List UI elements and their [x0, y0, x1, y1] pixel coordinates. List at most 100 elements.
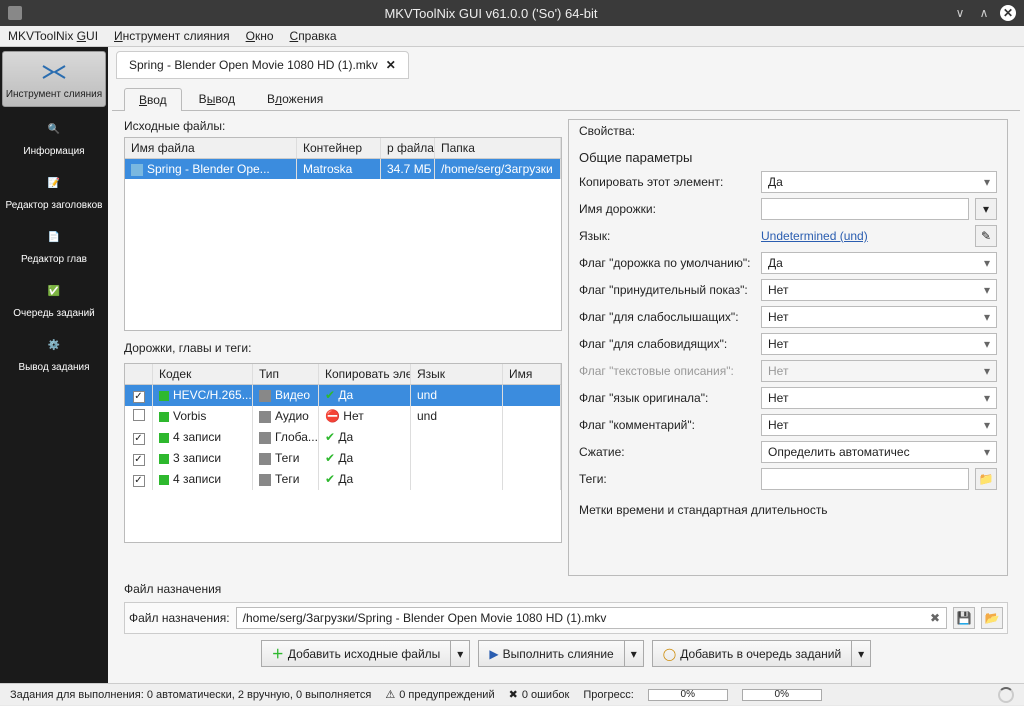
type-icon	[259, 390, 271, 402]
col-copy[interactable]: Копировать элем	[319, 364, 411, 384]
track-row[interactable]: ✓HEVC/H.265...Видео✔ Даund	[125, 385, 561, 406]
type-icon	[259, 474, 271, 486]
track-name-input[interactable]	[761, 198, 969, 220]
app-icon	[8, 6, 22, 20]
status-progress-label: Прогресс:	[583, 689, 633, 701]
check-icon: ✔	[325, 451, 335, 465]
type-icon	[259, 411, 271, 423]
document-tab[interactable]: Spring - Blender Open Movie 1080 HD (1).…	[116, 51, 409, 79]
track-row[interactable]: ✓4 записиТеги✔ Да	[125, 469, 561, 490]
tab-input[interactable]: Ввод	[124, 88, 182, 111]
chapters-icon: 📄	[40, 223, 68, 251]
progress-bar-2: 0%	[742, 689, 822, 701]
hearing-flag-combo[interactable]: Нет	[761, 306, 997, 328]
spinner-icon	[998, 687, 1014, 703]
menu-merge[interactable]: Инструмент слияния	[114, 29, 230, 43]
visual-flag-combo[interactable]: Нет	[761, 333, 997, 355]
window-title: MKVToolNix GUI v61.0.0 ('So') 64-bit	[30, 6, 952, 21]
source-files-table[interactable]: Имя файла Контейнер р файла Папка Spring…	[124, 137, 562, 331]
track-checkbox[interactable]: ✓	[133, 454, 145, 466]
trackname-dropdown-icon[interactable]: ▾	[975, 198, 997, 220]
col-filename[interactable]: Имя файла	[125, 138, 297, 158]
comment-flag-combo[interactable]: Нет	[761, 414, 997, 436]
status-errors: ✖0 ошибок	[509, 688, 570, 701]
add-to-queue-button[interactable]: ◯Добавить в очередь заданий	[652, 640, 852, 667]
edit-language-icon[interactable]: ✎	[975, 225, 997, 247]
col-type[interactable]: Тип	[253, 364, 319, 384]
textdesc-flag-combo: Нет	[761, 360, 997, 382]
col-folder[interactable]: Папка	[435, 138, 561, 158]
color-square	[159, 433, 169, 443]
tab-attachments[interactable]: Вложения	[252, 87, 338, 110]
color-square	[159, 391, 169, 401]
clear-dest-icon[interactable]: ✖	[930, 611, 940, 625]
track-row[interactable]: VorbisАудио⛔ Нетund	[125, 406, 561, 427]
close-icon[interactable]: ✕	[1000, 5, 1016, 21]
start-mux-split[interactable]: ▾	[625, 640, 644, 667]
status-jobs: Задания для выполнения: 0 автоматически,…	[10, 689, 371, 701]
dest-file-input[interactable]: /home/serg/Загрузки/Spring - Blender Ope…	[236, 607, 947, 629]
menu-app[interactable]: MKVToolNix GUI	[8, 29, 98, 43]
sidebar-item-chapters[interactable]: 📄 Редактор глав	[0, 217, 108, 271]
add-source-button[interactable]: ＋Добавить исходные файлы	[261, 640, 452, 667]
col-name[interactable]: Имя	[503, 364, 561, 384]
origlang-flag-combo[interactable]: Нет	[761, 387, 997, 409]
default-flag-combo[interactable]: Да	[761, 252, 997, 274]
track-row[interactable]: ✓4 записиГлоба...✔ Да	[125, 427, 561, 448]
track-checkbox[interactable]: ✓	[133, 391, 145, 403]
col-lang[interactable]: Язык	[411, 364, 503, 384]
track-checkbox[interactable]: ✓	[133, 433, 145, 445]
recent-dest-icon[interactable]: 📂	[981, 607, 1003, 629]
track-checkbox[interactable]	[133, 409, 145, 421]
menubar: MKVToolNix GUI Инструмент слияния Окно С…	[0, 26, 1024, 47]
compression-combo[interactable]: Определить автоматичес	[761, 441, 997, 463]
dest-section-label: Файл назначения	[124, 582, 1008, 596]
titlebar: MKVToolNix GUI v61.0.0 ('So') 64-bit ∨ ∧…	[0, 0, 1024, 26]
add-source-split[interactable]: ▾	[451, 640, 470, 667]
sidebar-item-jobs[interactable]: ✅ Очередь заданий	[0, 271, 108, 325]
sidebar: Инструмент слияния 🔍 Информация 📝 Редакт…	[0, 47, 108, 683]
doc-tab-close-icon[interactable]: ✕	[386, 58, 396, 72]
maximize-icon[interactable]: ∧	[976, 5, 992, 21]
copy-element-combo[interactable]: Да	[761, 171, 997, 193]
check-icon: ✔	[325, 430, 335, 444]
properties-panel: Общие параметры Копировать этот элемент:…	[569, 142, 1007, 575]
col-codec[interactable]: Кодек	[153, 364, 253, 384]
color-square	[159, 475, 169, 485]
col-size[interactable]: р файла	[381, 138, 435, 158]
menu-window[interactable]: Окно	[246, 29, 274, 43]
source-files-label: Исходные файлы:	[124, 119, 562, 133]
jobs-icon: ✅	[40, 277, 68, 305]
play-icon: ▶	[489, 647, 498, 661]
output-icon: ⚙️	[40, 331, 68, 359]
plus-icon: ＋	[272, 645, 284, 662]
sidebar-item-output[interactable]: ⚙️ Вывод задания	[0, 325, 108, 379]
error-icon: ✖	[509, 688, 518, 701]
menu-help[interactable]: Справка	[290, 29, 337, 43]
statusbar: Задания для выполнения: 0 автоматически,…	[0, 683, 1024, 705]
ring-icon: ◯	[663, 647, 676, 661]
properties-label: Свойства:	[569, 120, 1007, 138]
start-mux-button[interactable]: ▶Выполнить слияние	[478, 640, 624, 667]
source-file-row[interactable]: Spring - Blender Ope... Matroska 34.7 МБ…	[125, 159, 561, 179]
sidebar-item-merge[interactable]: Инструмент слияния	[2, 51, 106, 107]
timestamps-header: Метки времени и стандартная длительность	[579, 495, 997, 517]
browse-tags-icon[interactable]: 📁	[975, 468, 997, 490]
tags-input[interactable]	[761, 468, 969, 490]
track-checkbox[interactable]: ✓	[133, 475, 145, 487]
track-row[interactable]: ✓3 записиТеги✔ Да	[125, 448, 561, 469]
file-icon	[131, 164, 143, 176]
language-link[interactable]: Undetermined (und)	[761, 229, 969, 243]
minimize-icon[interactable]: ∨	[952, 5, 968, 21]
tracks-table[interactable]: Кодек Тип Копировать элем Язык Имя ✓HEVC…	[124, 363, 562, 543]
forced-flag-combo[interactable]: Нет	[761, 279, 997, 301]
type-icon	[259, 432, 271, 444]
tabs: Ввод Вывод Вложения	[112, 79, 1020, 111]
sidebar-item-info[interactable]: 🔍 Информация	[0, 109, 108, 163]
tab-output[interactable]: Вывод	[184, 87, 250, 110]
browse-dest-icon[interactable]: 💾	[953, 607, 975, 629]
sidebar-item-headers[interactable]: 📝 Редактор заголовков	[0, 163, 108, 217]
add-to-queue-split[interactable]: ▾	[852, 640, 871, 667]
col-container[interactable]: Контейнер	[297, 138, 381, 158]
type-icon	[259, 453, 271, 465]
